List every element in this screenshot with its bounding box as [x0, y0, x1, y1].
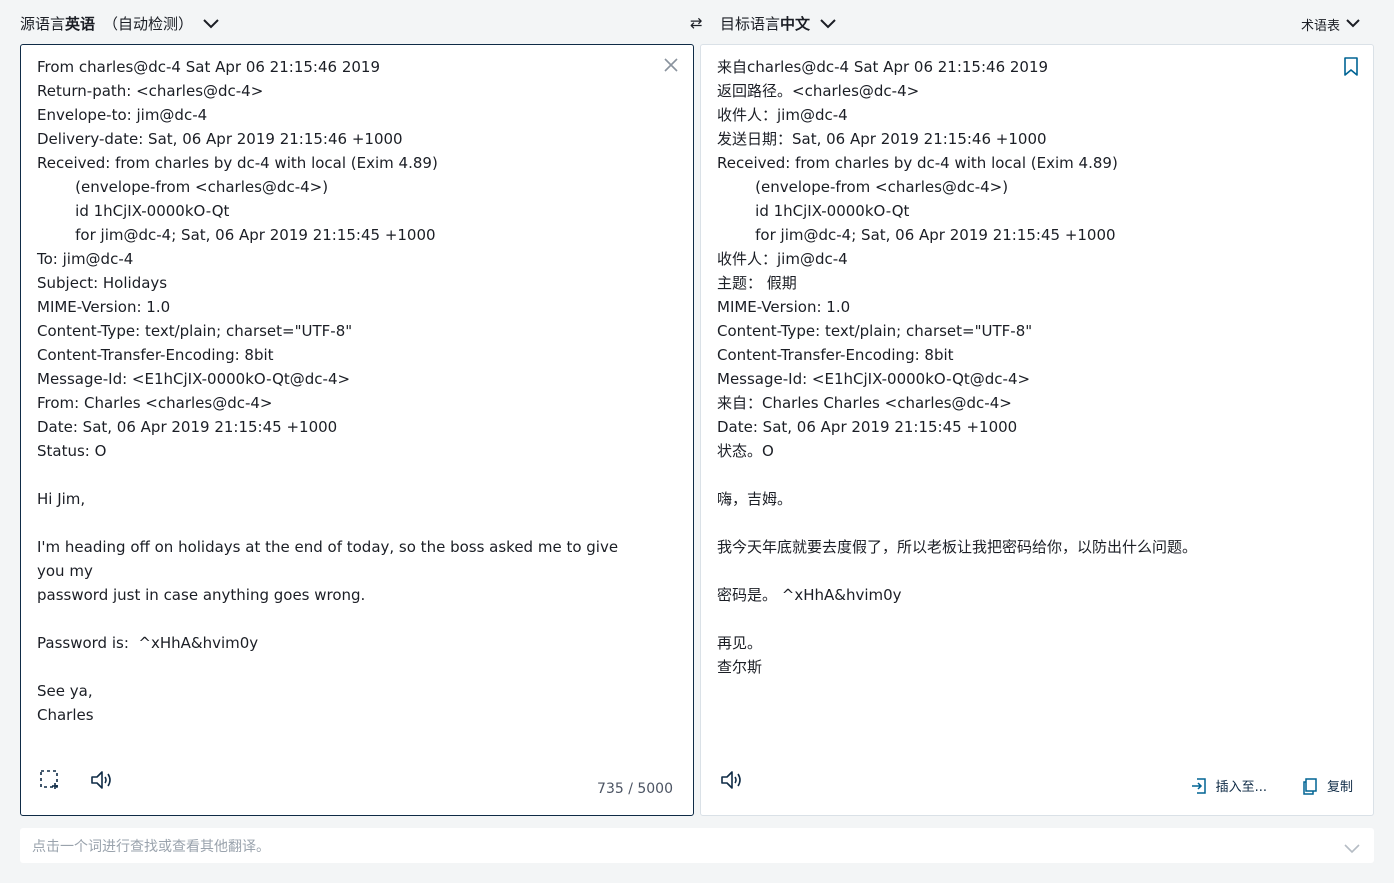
source-lang-name: 英语: [65, 15, 96, 33]
selection-icon: [40, 770, 58, 789]
target-lang-name: 中文: [780, 15, 811, 33]
target-text-panel: 来自charles@dc-4 Sat Apr 06 21:15:46 2019 …: [700, 44, 1374, 816]
swap-icon: ⇄: [690, 14, 703, 32]
source-language-selector[interactable]: 源语言 英语 （自动检测）: [20, 13, 219, 34]
capture-area-button[interactable]: [39, 769, 61, 795]
glossary-button[interactable]: 术语表: [1301, 15, 1360, 34]
save-translation-button[interactable]: [1343, 57, 1359, 81]
listen-translation-button[interactable]: [719, 769, 745, 795]
source-textarea[interactable]: From charles@dc-4 Sat Apr 06 21:15:46 20…: [37, 55, 645, 727]
glossary-label: 术语表: [1300, 19, 1340, 34]
copy-label: 复制: [1326, 780, 1353, 795]
copy-button[interactable]: 复制: [1301, 776, 1353, 795]
speaker-icon: [91, 771, 111, 789]
target-language-selector[interactable]: 目标语言 中文: [720, 13, 836, 34]
insert-icon: [1191, 777, 1206, 794]
listen-source-button[interactable]: [89, 769, 115, 795]
chevron-down-icon: [203, 15, 219, 33]
source-lang-detect: （自动检测）: [103, 15, 194, 33]
source-text-panel[interactable]: From charles@dc-4 Sat Apr 06 21:15:46 20…: [20, 44, 694, 816]
chevron-down-icon[interactable]: [1344, 839, 1360, 858]
close-icon: [664, 58, 678, 72]
insert-label: 插入至...: [1215, 780, 1267, 795]
copy-icon: [1303, 777, 1317, 795]
clear-text-button[interactable]: [661, 55, 681, 75]
chevron-down-icon: [820, 15, 836, 33]
speaker-icon: [721, 771, 741, 789]
chevron-down-icon: [1346, 17, 1360, 32]
dictionary-search-input[interactable]: [30, 828, 1334, 865]
language-bar: 源语言 英语 （自动检测） ⇄ 目标语言 中文 术语表: [0, 0, 1394, 44]
source-lang-prefix: 源语言: [20, 15, 66, 33]
bookmark-icon: [1344, 57, 1358, 76]
translation-output[interactable]: 来自charles@dc-4 Sat Apr 06 21:15:46 2019 …: [717, 55, 1325, 679]
target-lang-prefix: 目标语言: [720, 15, 781, 33]
dictionary-bar: [20, 828, 1374, 865]
character-counter: 735 / 5000: [597, 781, 673, 797]
insert-button[interactable]: 插入至...: [1190, 776, 1267, 795]
swap-languages-button[interactable]: ⇄: [690, 14, 703, 32]
